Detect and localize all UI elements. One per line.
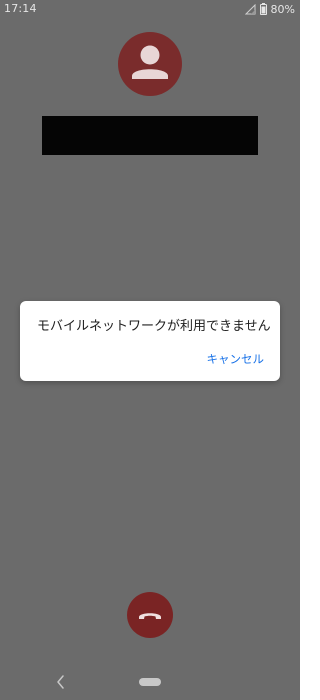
end-call-button[interactable] <box>127 592 173 638</box>
status-icons: 80% <box>244 1 295 17</box>
battery-percent: 80% <box>270 2 295 16</box>
home-pill-icon[interactable] <box>139 678 161 686</box>
person-icon <box>118 32 182 96</box>
battery-icon <box>259 3 267 15</box>
network-unavailable-dialog: モバイルネットワークが利用できません キャンセル <box>20 301 280 381</box>
status-bar: 17:14 80% <box>0 0 300 18</box>
contact-avatar <box>118 32 182 96</box>
phone-hangup-icon <box>127 592 173 638</box>
navigation-bar <box>0 665 300 700</box>
in-call-screen: 17:14 80% モバイルネットワークが利用できません キャンセル <box>0 0 300 700</box>
cancel-button[interactable]: キャンセル <box>207 351 265 367</box>
status-time: 17:14 <box>4 2 37 15</box>
back-icon[interactable] <box>53 673 69 691</box>
signal-icon <box>244 3 256 15</box>
dialog-message: モバイルネットワークが利用できません <box>37 319 271 334</box>
contact-name-redacted <box>42 116 258 155</box>
